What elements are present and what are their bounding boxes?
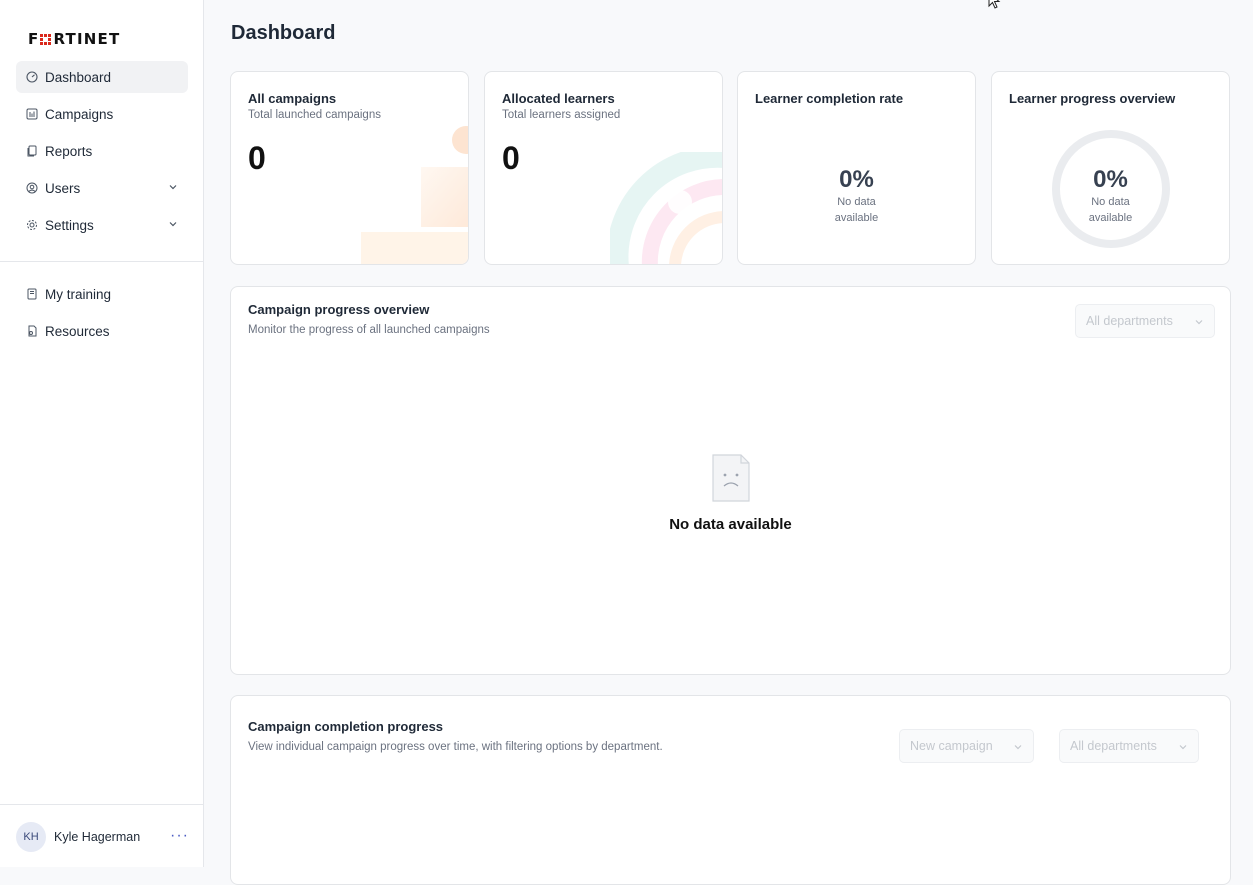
user-circle-icon (26, 182, 38, 194)
sidebar-item-label: Users (45, 180, 81, 196)
decorative-arc-illustration (610, 152, 722, 264)
sidebar-item-reports[interactable]: Reports (16, 135, 188, 167)
sidebar-item-label: Reports (45, 143, 93, 159)
progress-overview-value: 0% (1093, 166, 1128, 193)
chevron-down-icon (1014, 745, 1022, 750)
department-filter-select[interactable]: All departments (1059, 729, 1199, 763)
sidebar-item-users[interactable]: Users (16, 172, 188, 204)
panel-title: Campaign completion progress (248, 719, 444, 734)
chevron-down-icon (1179, 745, 1187, 750)
all-campaigns-card: All campaigns Total launched campaigns 0 (230, 71, 469, 265)
sidebar-item-settings[interactable]: Settings (16, 209, 188, 241)
decorative-boxes-illustration (361, 126, 468, 264)
chevron-down-icon[interactable] (168, 182, 178, 192)
learner-progress-overview-card: Learner progress overview 0% No data ava… (991, 71, 1230, 265)
user-name: Kyle Hagerman (54, 830, 141, 844)
more-options-icon[interactable]: ··· (170, 827, 189, 845)
sidebar-secondary-nav: My training Resources (16, 278, 188, 352)
card-title: All campaigns (248, 91, 337, 106)
sidebar-item-label: Settings (45, 217, 94, 233)
page-title: Dashboard (231, 22, 336, 44)
sidebar-nav: Dashboard Campaigns Reports Users Settin… (16, 61, 188, 246)
allocated-learners-card: Allocated learners Total learners assign… (484, 71, 723, 265)
sidebar-item-label: Resources (45, 323, 110, 339)
select-value: All departments (1086, 314, 1173, 328)
no-data-line-1: No data (1091, 196, 1130, 208)
sidebar-item-resources[interactable]: Resources (16, 315, 188, 347)
chevron-down-icon[interactable] (168, 219, 178, 229)
empty-state: No data available (231, 453, 1230, 533)
gauge-icon (26, 71, 38, 83)
sidebar-divider (0, 261, 204, 262)
no-data-line-2: available (1088, 212, 1133, 224)
logo-mark (40, 33, 52, 45)
card-value: 0 (502, 140, 520, 176)
mouse-cursor-icon (988, 0, 1001, 9)
sidebar-item-dashboard[interactable]: Dashboard (16, 61, 188, 93)
sad-document-icon (711, 454, 750, 502)
department-filter-select[interactable]: All departments (1075, 304, 1215, 338)
avatar[interactable]: KH (16, 822, 46, 852)
user-profile-bar[interactable]: KH Kyle Hagerman ··· (0, 804, 204, 867)
no-data-note: No data available (738, 194, 975, 226)
card-title: Learner completion rate (755, 91, 904, 106)
sidebar-item-my-training[interactable]: My training (16, 278, 188, 310)
logo-text-right: RTINET (53, 30, 121, 48)
card-title: Learner progress overview (1009, 91, 1176, 106)
panel-subtitle: Monitor the progress of all launched cam… (248, 324, 490, 336)
select-value: New campaign (910, 739, 993, 753)
chevron-down-icon (1195, 320, 1203, 325)
select-value: All departments (1070, 739, 1157, 753)
no-data-line-1: No data (837, 196, 876, 208)
bar-chart-icon (26, 108, 38, 120)
no-data-line-2: available (834, 212, 879, 224)
sidebar-item-label: My training (45, 286, 112, 302)
sidebar: F RTINET Dashboard Campaigns Reports Use… (0, 0, 204, 867)
sidebar-item-label: Dashboard (45, 69, 112, 85)
campaign-progress-overview-panel: Campaign progress overview Monitor the p… (230, 286, 1231, 675)
card-value: 0 (248, 140, 266, 176)
document-icon (27, 145, 37, 157)
card-title: Allocated learners (502, 91, 615, 106)
fortinet-logo[interactable]: F RTINET (28, 30, 120, 48)
campaign-completion-progress-panel: Campaign completion progress View indivi… (230, 695, 1231, 885)
logo-text-left: F (28, 30, 40, 48)
sidebar-item-label: Campaigns (45, 106, 114, 122)
completion-rate-value: 0% (839, 166, 874, 193)
panel-title: Campaign progress overview (248, 302, 430, 317)
book-icon (27, 288, 37, 300)
resource-icon (28, 325, 37, 337)
campaign-filter-select[interactable]: New campaign (899, 729, 1034, 763)
panel-subtitle: View individual campaign progress over t… (248, 741, 663, 753)
learner-completion-rate-card: Learner completion rate 0% No data avail… (737, 71, 976, 265)
no-data-note: No data available (992, 194, 1229, 226)
card-subtitle: Total learners assigned (502, 109, 621, 121)
gear-icon (27, 220, 37, 230)
sidebar-item-campaigns[interactable]: Campaigns (16, 98, 188, 130)
card-subtitle: Total launched campaigns (248, 109, 381, 121)
empty-state-text: No data available (669, 516, 792, 533)
